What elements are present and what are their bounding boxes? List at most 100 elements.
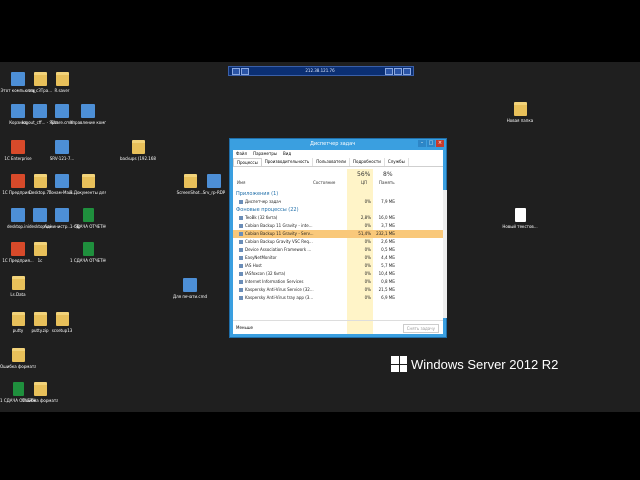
process-cpu: 0%	[364, 199, 371, 204]
desktop-icon-label: Ошибка формата ф...	[22, 398, 58, 403]
process-icon	[239, 280, 243, 284]
title-bar[interactable]: Диспетчер задач – □ ×	[230, 139, 446, 150]
tab-details[interactable]: Подробности	[350, 158, 385, 166]
folder-icon	[55, 312, 69, 326]
desktop-icon-manage[interactable]: Управление компьюте...	[70, 104, 106, 125]
folder-icon	[131, 140, 145, 154]
desktop-icon-newfolder[interactable]: Новая папка	[502, 102, 538, 123]
process-row[interactable]: Kaspersky Anti-Virus tray app (3... 0% 6,9…	[233, 294, 443, 302]
process-name: Device Association Framework ...	[245, 247, 312, 252]
process-icon	[239, 216, 243, 220]
column-headers: Имя Состояние 56% ЦП 8% Память	[233, 169, 443, 189]
top-letterbox	[0, 0, 640, 62]
cpu-percent: 56%	[357, 171, 371, 178]
desktop-icon-lsdata[interactable]: Ls.Data	[0, 276, 36, 297]
desktop-icon-label: Ls.Data	[10, 292, 26, 297]
menu-bar: Файл Параметры Вид	[233, 150, 446, 158]
desktop-icon-label: Новый текстов...	[502, 224, 538, 229]
desktop-icon-label: Srv_rp-RDP	[202, 190, 226, 195]
process-row[interactable]: EasyNetMonitor 0% 4,4 МБ	[233, 254, 443, 262]
process-row[interactable]: Kaspersky Anti-Virus Service (32... 0% 21,…	[233, 286, 443, 294]
desktop-icon-dlya[interactable]: Для печати.cmd	[172, 278, 208, 299]
app-icon	[207, 174, 221, 188]
apps-section-header[interactable]: Приложения (1)	[233, 190, 443, 198]
process-icon	[239, 296, 243, 300]
menu-view[interactable]: Вид	[283, 150, 291, 158]
desktop-icon-sdacha1[interactable]: 1 СДАЧА ОТЧЕТНО...	[70, 208, 106, 229]
scrollbar[interactable]	[443, 190, 447, 318]
desktop-icon-srvrdp[interactable]: Srv_rp-RDP	[196, 174, 232, 195]
process-row[interactable]: Cobian Backup 11 Gravity - inte... 0% 3,7 …	[233, 222, 443, 230]
tab-users[interactable]: Пользователи	[313, 158, 350, 166]
desktop-icon-docs3[interactable]: 3 Документы для предпр...	[70, 174, 106, 195]
tab-services[interactable]: Службы	[385, 158, 409, 166]
process-row[interactable]: Internet Information Services 0% 0,8 МБ	[233, 278, 443, 286]
desktop-icon-newtxt[interactable]: Новый текстов...	[502, 208, 538, 229]
folder-icon	[11, 348, 25, 362]
folder-icon	[33, 382, 47, 396]
process-cpu: 51,4%	[358, 231, 371, 236]
windows-logo-icon	[391, 356, 407, 372]
minimize-icon[interactable]	[385, 68, 393, 75]
process-icon	[239, 272, 243, 276]
process-row[interactable]: TeoBk (32 бита) 2,8% 16,0 МБ	[233, 214, 443, 222]
task-manager-window[interactable]: Диспетчер задач – □ × Файл Параметры Вид…	[229, 138, 447, 338]
desktop-icon-label: 3 Документы для предпр...	[70, 190, 106, 195]
process-row[interactable]: IAS Host 0% 5,7 МБ	[233, 262, 443, 270]
process-icon	[239, 248, 243, 252]
close-button[interactable]: ×	[436, 140, 444, 147]
mem-percent: 8%	[383, 171, 393, 178]
folder-icon	[11, 276, 25, 290]
process-cpu: 0%	[364, 255, 371, 260]
tab-performance[interactable]: Производительность	[262, 158, 314, 166]
process-row[interactable]: Cobian Backup Gravity VSC Req... 0% 2,6 МБ	[233, 238, 443, 246]
col-status[interactable]: Состояние	[313, 180, 335, 185]
maximize-button[interactable]: □	[427, 140, 435, 147]
end-task-button[interactable]: Снять задачу	[402, 324, 439, 333]
remote-desktop-bar[interactable]: 212.38.121.76	[228, 66, 414, 76]
process-cpu: 2,8%	[360, 215, 371, 220]
col-cpu[interactable]: ЦП	[361, 180, 367, 185]
process-row[interactable]: Cobian Backup 11 Gravity - Serv... 51,4% 2…	[233, 230, 443, 238]
desktop-icon-1c[interactable]: 1С Enterprise	[0, 140, 36, 161]
process-cpu: 0%	[364, 271, 371, 276]
app-icon	[55, 140, 69, 154]
pin-icon[interactable]	[232, 68, 240, 75]
desktop-icon-backups[interactable]: backups (192.168.1...	[120, 140, 156, 161]
desktop-icon-label: 1 СДАЧА ОТЧЕТНО...	[70, 258, 106, 263]
process-cpu: 0%	[364, 223, 371, 228]
desktop-icon-1c-2[interactable]: 1с	[22, 242, 58, 263]
windows-brand: Windows Server 2012 R2	[391, 356, 558, 372]
xls-icon	[82, 208, 94, 222]
menu-options[interactable]: Параметры	[253, 150, 277, 158]
restore-icon[interactable]	[394, 68, 402, 75]
process-row[interactable]: IASfoxcon (32 бита) 0% 10,4 МБ	[233, 270, 443, 278]
process-list: Приложения (1) Диспетчер задач 0% 7,9 МБ Ф…	[233, 190, 443, 302]
desktop-icon-rsaver[interactable]: R.saver	[44, 72, 80, 93]
desktop-icon-sdacha2[interactable]: 1 СДАЧА ОТЧЕТНО...	[70, 242, 106, 263]
doc-icon	[514, 208, 526, 222]
desktop-icon-srv[interactable]: SRV-121-7...	[44, 140, 80, 161]
remote-host: 212.38.121.76	[305, 68, 335, 73]
folder-icon	[183, 174, 197, 188]
process-row[interactable]: Диспетчер задач 0% 7,9 МБ	[233, 198, 443, 206]
minimize-button[interactable]: –	[418, 140, 426, 147]
brand-text: Windows Server 2012 R2	[411, 356, 559, 372]
desktop-icon-scsetup[interactable]: scsetup13	[44, 312, 80, 333]
process-name: Cobian Backup 11 Gravity - inte...	[245, 223, 313, 228]
menu-file[interactable]: Файл	[236, 150, 247, 158]
process-memory: 10,4 МБ	[378, 271, 395, 276]
window-content: Файл Параметры Вид Процессы Производител…	[233, 150, 447, 335]
desktop-icon-osh2[interactable]: Ошибка формата ф...	[22, 382, 58, 403]
tab-processes[interactable]: Процессы	[233, 158, 262, 166]
col-name[interactable]: Имя	[237, 180, 245, 185]
footer: Меньше Снять задачу	[233, 320, 443, 335]
fewer-details-button[interactable]: Меньше	[236, 321, 253, 335]
background-section-header[interactable]: Фоновые процессы (22)	[233, 206, 443, 214]
desktop-icon-label: 1С Enterprise	[4, 156, 32, 161]
close-icon[interactable]	[403, 68, 411, 75]
process-icon	[239, 224, 243, 228]
desktop-icon-osh1[interactable]: Ошибка формата ф...	[0, 348, 36, 369]
col-memory[interactable]: Память	[379, 180, 395, 185]
process-row[interactable]: Device Association Framework ... 0% 0,5 МБ	[233, 246, 443, 254]
